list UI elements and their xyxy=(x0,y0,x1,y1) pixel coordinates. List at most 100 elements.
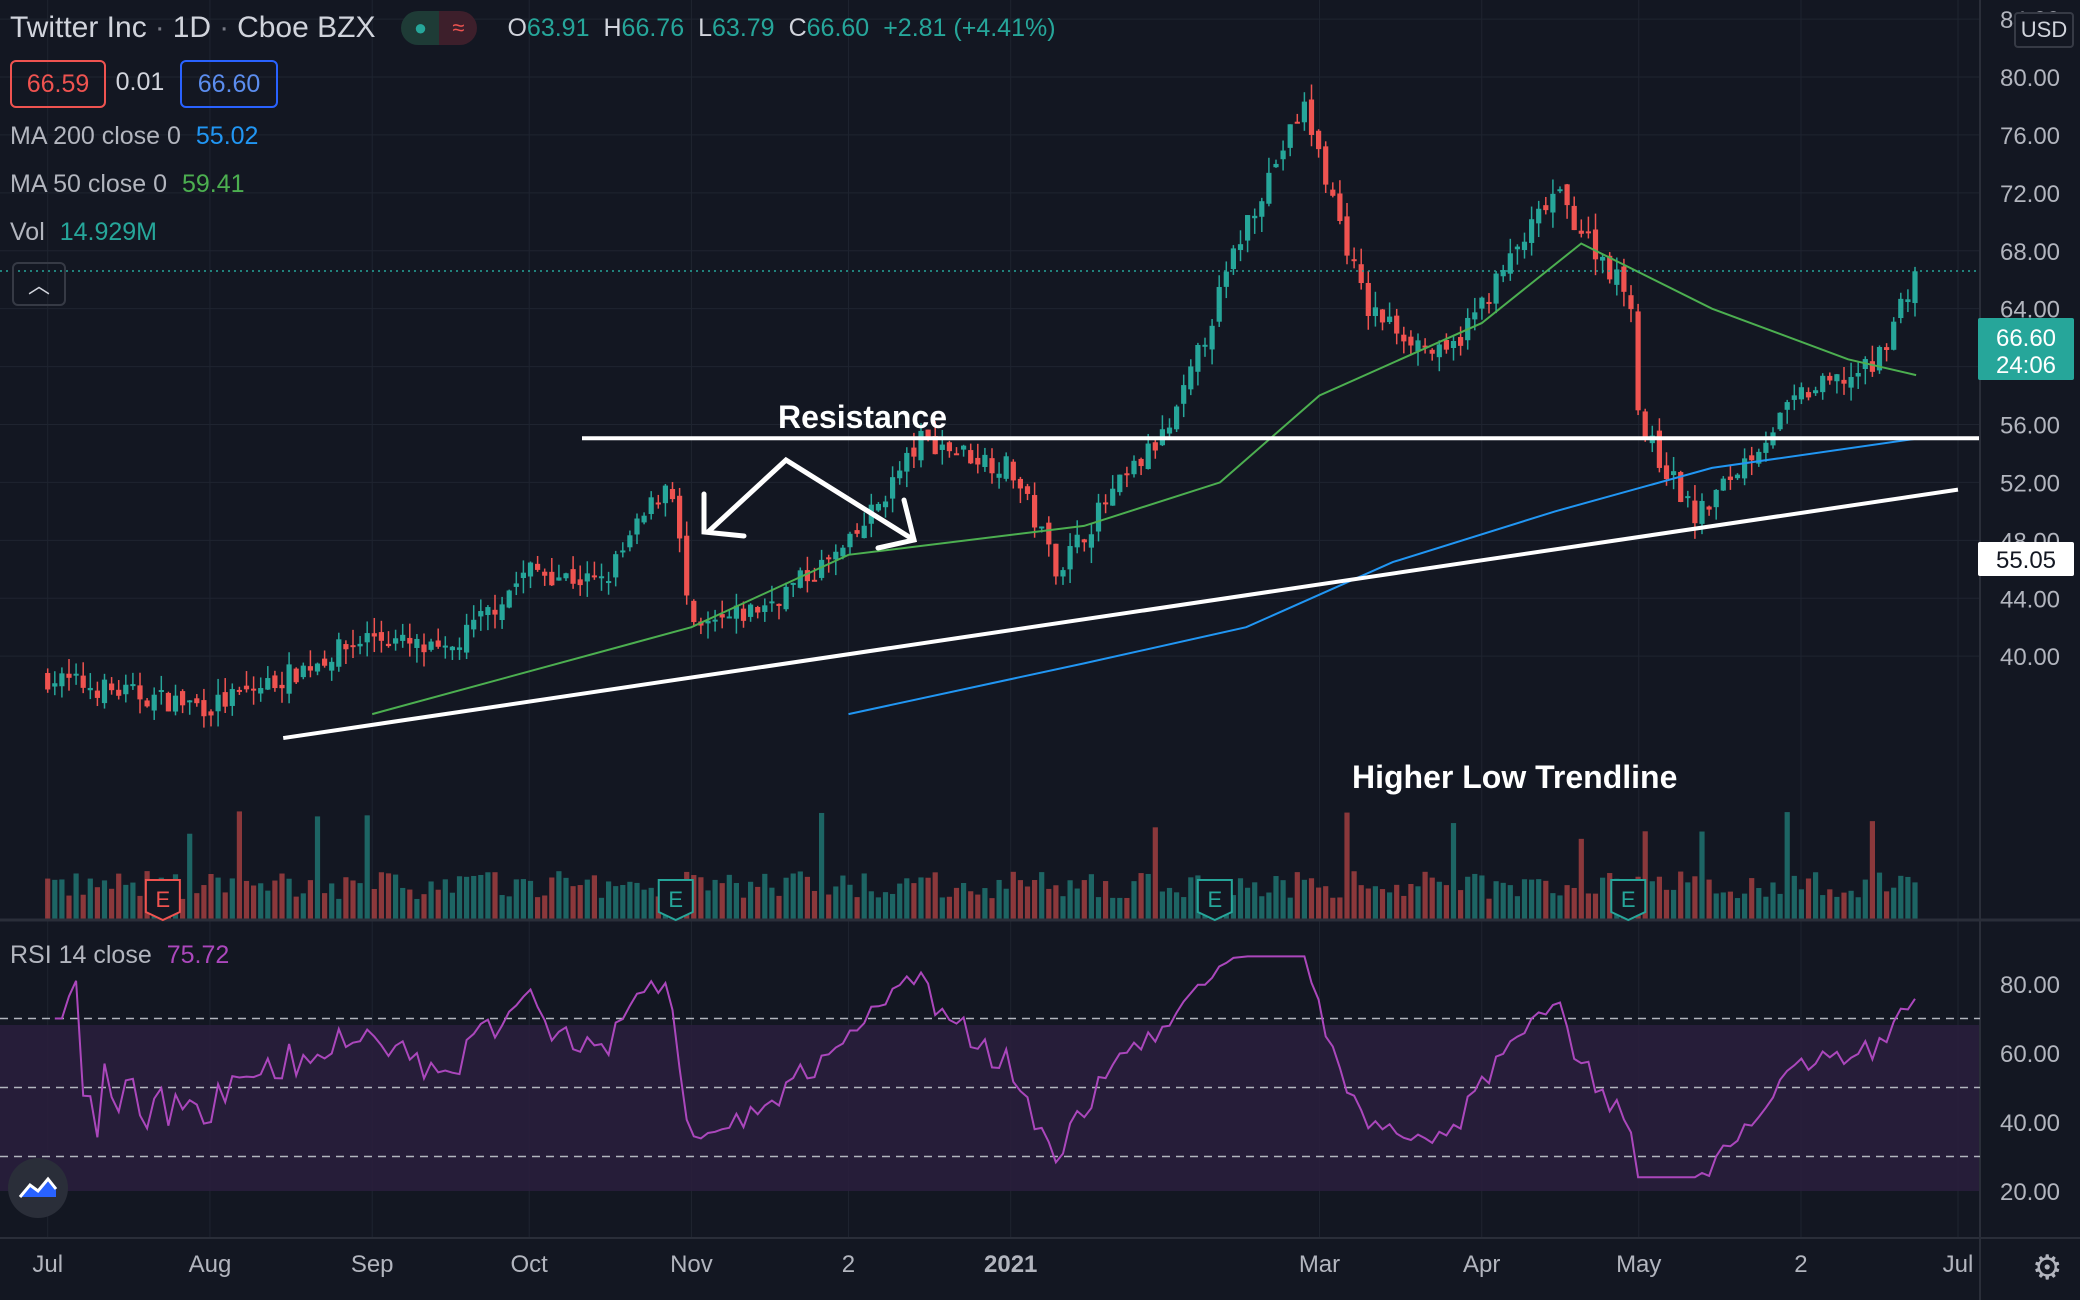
volume-bar xyxy=(1053,885,1059,919)
rsi-tick: 80.00 xyxy=(2000,972,2060,999)
volume-bar xyxy=(471,875,477,919)
candle xyxy=(1855,373,1861,377)
candle xyxy=(1103,502,1109,505)
volume-bar xyxy=(1571,887,1577,919)
volume-bar xyxy=(712,879,718,919)
candle xyxy=(1493,273,1499,304)
candle xyxy=(1621,266,1627,292)
data-delay-icon[interactable]: ≈ xyxy=(439,11,478,45)
symbol-name[interactable]: Twitter Inc xyxy=(10,11,147,45)
candle xyxy=(478,611,484,617)
volume-bar xyxy=(393,874,399,919)
volume-bar xyxy=(1898,875,1904,919)
candle xyxy=(45,673,51,690)
volume-bar xyxy=(87,878,93,919)
volume-bar xyxy=(421,894,427,919)
volume-bar xyxy=(1408,884,1414,919)
candle xyxy=(875,503,882,511)
candle xyxy=(1834,374,1840,382)
candle xyxy=(350,645,356,648)
spread-value: 0.01 xyxy=(115,67,165,96)
volume-bar xyxy=(1110,897,1116,919)
volume-bar xyxy=(1081,880,1087,919)
candle xyxy=(677,495,683,539)
volume-bar xyxy=(1678,871,1684,919)
bid-button[interactable]: 66.59 xyxy=(10,60,106,108)
volume-bar xyxy=(506,896,512,919)
volume-bar xyxy=(194,893,200,919)
candle xyxy=(1138,458,1144,467)
interval[interactable]: 1D xyxy=(173,11,211,45)
volume-legend[interactable]: Vol 14.929M xyxy=(10,218,157,247)
status-indicators[interactable]: ● ≈ xyxy=(401,11,478,45)
ask-button[interactable]: 66.60 xyxy=(180,60,278,108)
volume-bar xyxy=(208,873,214,919)
volume-bar xyxy=(1159,891,1166,919)
volume-bar xyxy=(939,897,945,919)
volume-bar xyxy=(904,878,910,919)
volume-bar xyxy=(946,896,953,919)
volume-bar xyxy=(1557,895,1563,919)
candle xyxy=(1450,340,1457,349)
volume-bar xyxy=(1117,897,1123,919)
candle xyxy=(1777,412,1783,430)
candle xyxy=(101,679,108,704)
volume-bar xyxy=(1727,891,1734,919)
ma50-value: 59.41 xyxy=(181,170,245,198)
candle xyxy=(1273,163,1279,168)
volume-bar xyxy=(804,876,811,919)
candle xyxy=(712,619,718,622)
volume-bar xyxy=(1742,893,1748,919)
ma200-legend[interactable]: MA 200 close 0 55.02 xyxy=(10,122,258,151)
candle xyxy=(435,640,441,647)
currency-button[interactable]: USD xyxy=(2014,12,2074,48)
candle xyxy=(1585,231,1592,234)
candle xyxy=(1912,271,1918,304)
candle xyxy=(1131,460,1137,475)
volume-bar xyxy=(1379,889,1386,919)
candle xyxy=(1898,298,1904,319)
volume-bar xyxy=(1316,887,1322,919)
candle xyxy=(208,711,214,716)
volume-bar xyxy=(1372,886,1379,919)
candle xyxy=(1784,402,1790,410)
volume-bar xyxy=(641,889,647,919)
candle xyxy=(783,586,789,610)
volume-bar xyxy=(59,879,65,919)
volume-bar xyxy=(705,890,711,919)
volume-bar xyxy=(1032,880,1038,919)
market-open-icon[interactable]: ● xyxy=(401,11,440,45)
candle xyxy=(421,644,427,653)
candle xyxy=(485,607,491,616)
low-value: 63.79 xyxy=(712,13,775,42)
candle xyxy=(982,454,988,468)
volume-bar xyxy=(357,883,363,919)
settings-gear-icon[interactable]: ⚙ xyxy=(2032,1248,2062,1288)
candle xyxy=(861,525,867,539)
candle xyxy=(691,600,697,623)
candle xyxy=(407,637,413,644)
time-tick: 2 xyxy=(842,1251,855,1278)
earnings-marker-label: E xyxy=(668,887,683,912)
volume-bar xyxy=(726,874,732,919)
candle xyxy=(726,616,732,619)
candle xyxy=(1003,456,1009,479)
candle xyxy=(1656,430,1663,468)
volume-bar xyxy=(932,872,938,919)
price-chart[interactable]: Resistance Higher Low Trendline EEEE 84.… xyxy=(0,0,2080,1300)
volume-bar xyxy=(1422,871,1428,919)
volume-bar xyxy=(1585,893,1592,919)
volume-bar xyxy=(1905,876,1911,919)
rsi-legend[interactable]: RSI 14 close 75.72 xyxy=(10,941,229,970)
ma50-legend[interactable]: MA 50 close 0 59.41 xyxy=(10,170,245,199)
candle xyxy=(918,430,924,461)
candle xyxy=(1387,316,1393,323)
volume-bar xyxy=(627,881,633,919)
candle xyxy=(1181,385,1187,404)
candle xyxy=(1351,259,1357,262)
volume-bar xyxy=(748,881,754,919)
candle xyxy=(549,571,555,586)
rsi-band xyxy=(0,1025,1980,1191)
tradingview-logo-icon[interactable] xyxy=(8,1158,68,1218)
collapse-legend-button[interactable]: ︿ xyxy=(12,262,66,306)
